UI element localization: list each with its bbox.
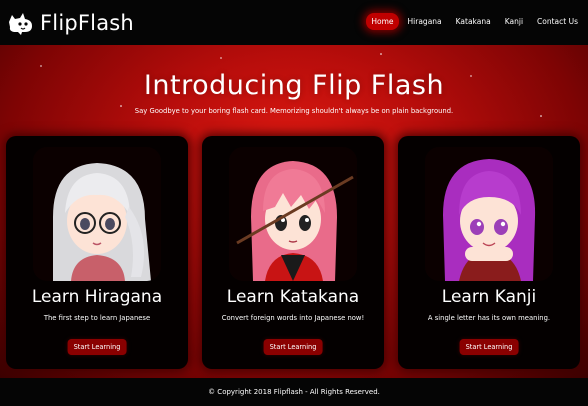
hero-subtitle: Say Goodbye to your boring flash card. M… <box>134 107 454 115</box>
star-decoration <box>40 65 42 67</box>
card-title: Learn Hiragana <box>31 287 163 307</box>
card-kanji: Learn Kanji A single letter has its own … <box>398 136 580 369</box>
navbar: FlipFlash Home Hiragana Katakana Kanji C… <box>0 0 588 45</box>
card-katakana: Learn Katakana Convert foreign words int… <box>202 136 384 369</box>
card-title: Learn Katakana <box>226 287 360 307</box>
card-description: Convert foreign words into Japanese now! <box>221 314 365 322</box>
silver-haired-girl-portrait <box>33 147 161 281</box>
card-hiragana: Learn Hiragana The first step to learn J… <box>6 136 188 369</box>
card-description: A single letter has its own meaning. <box>427 314 551 322</box>
card-description: The first step to learn Japanese <box>43 314 151 322</box>
brand[interactable]: FlipFlash <box>6 10 134 36</box>
start-learning-button[interactable]: Start Learning <box>459 339 519 355</box>
brand-name: FlipFlash <box>40 10 134 35</box>
pink-haired-girl-portrait <box>229 147 357 281</box>
start-learning-button[interactable]: Start Learning <box>263 339 323 355</box>
hero-section: Introducing Flip Flash Say Goodbye to yo… <box>0 45 588 378</box>
star-decoration <box>540 115 542 117</box>
footer: © Copyright 2018 Flipflash - All Rights … <box>0 378 588 406</box>
nav-item-katakana[interactable]: Katakana <box>451 13 496 30</box>
copyright-text: © Copyright 2018 Flipflash - All Rights … <box>208 388 380 396</box>
dog-logo-icon <box>9 12 32 35</box>
nav-item-hiragana[interactable]: Hiragana <box>403 13 447 30</box>
hero-title: Introducing Flip Flash <box>143 70 445 101</box>
star-decoration <box>220 57 222 59</box>
nav-item-contact-us[interactable]: Contact Us <box>532 13 583 30</box>
nav-item-home[interactable]: Home <box>366 13 399 30</box>
star-decoration <box>380 53 382 55</box>
nav-item-kanji[interactable]: Kanji <box>500 13 528 30</box>
purple-haired-girl-portrait <box>425 147 553 281</box>
card-title: Learn Kanji <box>441 287 537 307</box>
start-learning-button[interactable]: Start Learning <box>67 339 127 355</box>
nav-menu: Home Hiragana Katakana Kanji Contact Us <box>362 13 583 30</box>
